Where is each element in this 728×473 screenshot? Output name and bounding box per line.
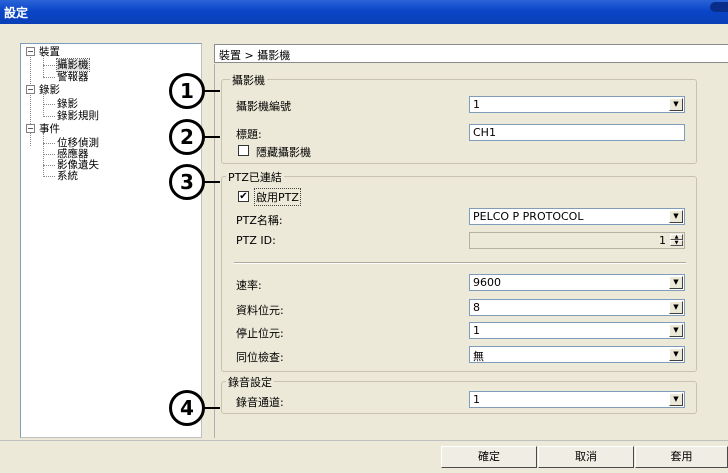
baud-rate-select[interactable]: 9600 ▼ [469, 274, 685, 291]
parity-label: 同位檢查: [236, 351, 284, 364]
stop-bits-select[interactable]: 1 ▼ [469, 322, 685, 339]
title-input[interactable]: CH1 [469, 124, 685, 141]
ptz-name-value: PELCO P PROTOCOL [473, 210, 584, 223]
baud-rate-value: 9600 [473, 276, 501, 289]
data-bits-select[interactable]: 8 ▼ [469, 299, 685, 316]
audio-group-title: 錄音設定 [226, 374, 274, 390]
ok-button[interactable]: 確定 [441, 446, 537, 468]
audio-channel-value: 1 [473, 393, 480, 406]
tree-item-record[interactable]: 錄影 [57, 98, 78, 110]
tree-item-record-rules[interactable]: 錄影規則 [57, 110, 99, 122]
enable-ptz-label: 啟用PTZ [254, 188, 301, 206]
breadcrumb: 裝置 > 攝影機 [214, 44, 728, 63]
apply-button[interactable]: 套用 [635, 446, 728, 468]
tree-line [43, 154, 55, 155]
tree-line [43, 104, 55, 105]
tree-line [43, 65, 55, 66]
title-label: 標題: [236, 128, 262, 141]
title-bar-corner [710, 2, 728, 12]
ptz-id-value: 1 [659, 234, 666, 247]
ptz-name-label: PTZ名稱: [236, 214, 283, 227]
tree-collapse-icon[interactable]: − [26, 85, 35, 94]
tree-item-recording[interactable]: 錄影 [39, 84, 60, 96]
tree-item-events[interactable]: 事件 [39, 123, 60, 135]
callout-badge-2: 2 [169, 119, 220, 155]
cancel-button[interactable]: 取消 [538, 446, 634, 468]
chevron-down-icon[interactable]: ▼ [669, 210, 683, 223]
tree-collapse-icon[interactable]: − [26, 47, 35, 56]
window-title: 設定 [4, 6, 29, 20]
tree-line [43, 176, 55, 177]
chevron-down-icon[interactable]: ▼ [669, 324, 683, 337]
hide-camera-label: 隱藏攝影機 [256, 146, 311, 159]
ptz-group-title: PTZ已連結 [226, 169, 284, 185]
tree-item-camera[interactable]: 攝影機 [56, 58, 90, 72]
data-bits-label: 資料位元: [236, 304, 284, 317]
tree-item-device[interactable]: 裝置 [39, 46, 60, 58]
camera-number-label: 攝影機編號 [236, 100, 291, 113]
audio-channel-label: 錄音通道: [236, 396, 284, 409]
tree-item-alarm[interactable]: 警報器 [57, 71, 89, 83]
baud-rate-label: 速率: [236, 279, 262, 292]
stop-bits-value: 1 [473, 324, 480, 337]
camera-number-select[interactable]: 1 ▼ [469, 96, 685, 113]
chevron-down-icon[interactable]: ▼ [669, 393, 683, 406]
tree-line [43, 143, 55, 144]
tree-item-system[interactable]: 系統 [57, 170, 78, 182]
spin-down-icon[interactable]: ▼ [670, 240, 683, 246]
title-bar: 設定 [0, 0, 728, 24]
tree-line [43, 56, 44, 77]
chevron-down-icon[interactable]: ▼ [669, 348, 683, 361]
ptz-id-spinner[interactable]: 1 ▲ ▼ [469, 232, 685, 249]
ptz-separator [234, 262, 686, 264]
enable-ptz-checkbox[interactable]: ✔ [238, 191, 249, 202]
tree-line [43, 165, 55, 166]
audio-channel-select[interactable]: 1 ▼ [469, 391, 685, 408]
parity-select[interactable]: 無 ▼ [469, 346, 685, 363]
callout-badge-3: 3 [169, 164, 220, 200]
parity-value: 無 [473, 350, 484, 363]
tree-collapse-icon[interactable]: − [26, 124, 35, 133]
camera-group-title: 攝影機 [230, 72, 267, 88]
camera-number-value: 1 [473, 98, 480, 111]
ptz-id-label: PTZ ID: [236, 234, 276, 247]
settings-window: 設定 − 裝置 攝影機 警報器 − 錄影 錄影 錄影規則 − 事件 位移偵測 感… [0, 0, 728, 473]
callout-badge-4: 4 [169, 390, 220, 426]
stop-bits-label: 停止位元: [236, 327, 284, 340]
spinner-buttons: ▲ ▼ [670, 234, 683, 247]
chevron-down-icon[interactable]: ▼ [669, 98, 683, 111]
chevron-down-icon[interactable]: ▼ [669, 301, 683, 314]
hide-camera-checkbox[interactable] [238, 145, 249, 156]
tree-line [43, 116, 55, 117]
ptz-name-select[interactable]: PELCO P PROTOCOL ▼ [469, 208, 685, 225]
chevron-down-icon[interactable]: ▼ [669, 276, 683, 289]
data-bits-value: 8 [473, 301, 480, 314]
callout-badge-1: 1 [169, 73, 220, 109]
tree-line [43, 77, 55, 78]
